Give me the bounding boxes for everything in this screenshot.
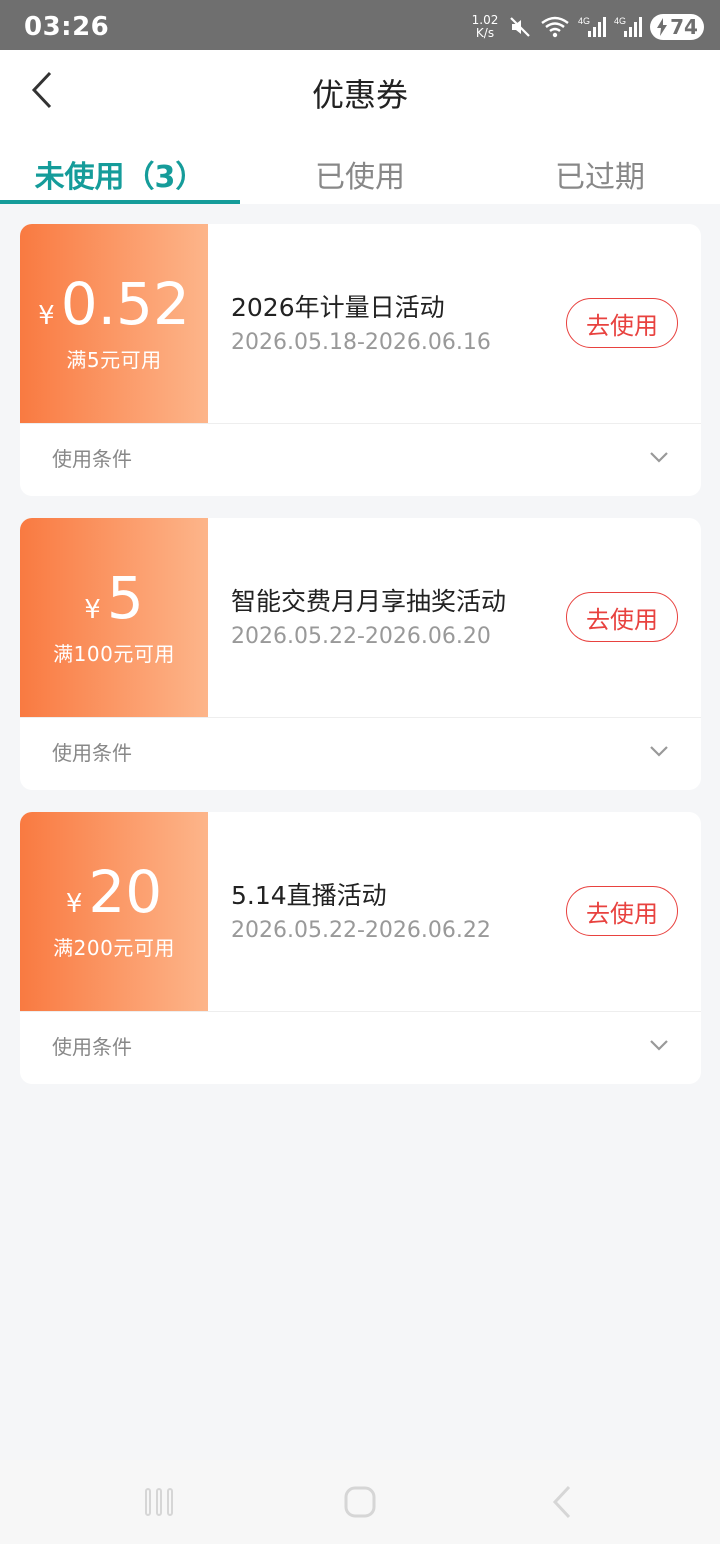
home-icon <box>344 1486 376 1518</box>
usage-conditions-label: 使用条件 <box>52 447 132 471</box>
chevron-down-icon <box>650 746 668 757</box>
chevron-down-icon <box>650 452 668 463</box>
coupon-date-range: 2026.05.22-2026.06.20 <box>231 624 491 649</box>
tab-expired[interactable]: 已过期 <box>480 130 720 204</box>
coupon-name: 5.14直播活动 <box>231 881 387 910</box>
coupon-amount: 20 <box>88 858 163 926</box>
signal-icon: 4G <box>578 15 606 39</box>
wifi-icon <box>540 15 570 39</box>
coupon-card: ¥ 20 满200元可用 5.14直播活动 2026.05.22-2026.06… <box>20 812 701 1084</box>
status-bar: 03:26 1.02 K/s 4G 4G 74 <box>0 0 720 50</box>
signal-icon: 4G <box>614 15 642 39</box>
tab-bar: 未使用（3） 已使用 已过期 <box>0 130 720 204</box>
coupon-amount: 5 <box>106 564 144 632</box>
coupon-value-panel: ¥ 5 满100元可用 <box>20 518 208 718</box>
status-icons: 1.02 K/s 4G 4G 74 <box>470 14 704 40</box>
use-coupon-button[interactable]: 去使用 <box>566 886 678 936</box>
use-coupon-button[interactable]: 去使用 <box>566 298 678 348</box>
usage-conditions-label: 使用条件 <box>52 1035 132 1059</box>
coupon-threshold: 满200元可用 <box>53 936 175 960</box>
use-coupon-button[interactable]: 去使用 <box>566 592 678 642</box>
coupon-threshold: 满5元可用 <box>66 348 162 372</box>
battery-icon: 74 <box>650 14 704 40</box>
coupon-card: ¥ 0.52 满5元可用 2026年计量日活动 2026.05.18-2026.… <box>20 224 701 496</box>
svg-text:4G: 4G <box>614 16 626 26</box>
coupon-value-panel: ¥ 20 满200元可用 <box>20 812 208 1012</box>
usage-conditions-toggle[interactable]: 使用条件 <box>20 1012 701 1084</box>
chevron-down-icon <box>650 1040 668 1051</box>
usage-conditions-toggle[interactable]: 使用条件 <box>20 718 701 790</box>
status-time: 03:26 <box>24 12 110 42</box>
currency-symbol: ¥ <box>38 301 55 331</box>
header: 优惠券 <box>0 50 720 130</box>
tab-unused[interactable]: 未使用（3） <box>0 130 240 204</box>
nav-back-button[interactable] <box>544 1484 580 1520</box>
charging-bolt-icon <box>657 18 668 36</box>
recent-apps-button[interactable] <box>141 1484 177 1520</box>
net-speed: 1.02 K/s <box>471 13 499 40</box>
recent-apps-icon <box>145 1488 173 1516</box>
coupon-date-range: 2026.05.22-2026.06.22 <box>231 918 491 943</box>
currency-symbol: ¥ <box>84 595 101 625</box>
coupon-name: 智能交费月月享抽奖活动 <box>231 587 507 616</box>
coupon-date-range: 2026.05.18-2026.06.16 <box>231 330 491 355</box>
back-icon <box>552 1485 571 1519</box>
tab-used[interactable]: 已使用 <box>240 130 480 204</box>
usage-conditions-label: 使用条件 <box>52 741 132 765</box>
coupon-name: 2026年计量日活动 <box>231 293 445 322</box>
coupon-card: ¥ 5 满100元可用 智能交费月月享抽奖活动 2026.05.22-2026.… <box>20 518 701 790</box>
home-button[interactable] <box>342 1484 378 1520</box>
mute-icon <box>508 15 532 39</box>
currency-symbol: ¥ <box>65 889 83 919</box>
coupon-value-panel: ¥ 0.52 满5元可用 <box>20 224 208 424</box>
coupon-amount: 0.52 <box>60 270 190 338</box>
page-title: 优惠券 <box>311 76 408 114</box>
system-nav-bar <box>0 1460 720 1544</box>
coupon-threshold: 满100元可用 <box>53 642 175 666</box>
svg-text:4G: 4G <box>578 16 590 26</box>
usage-conditions-toggle[interactable]: 使用条件 <box>20 424 701 496</box>
